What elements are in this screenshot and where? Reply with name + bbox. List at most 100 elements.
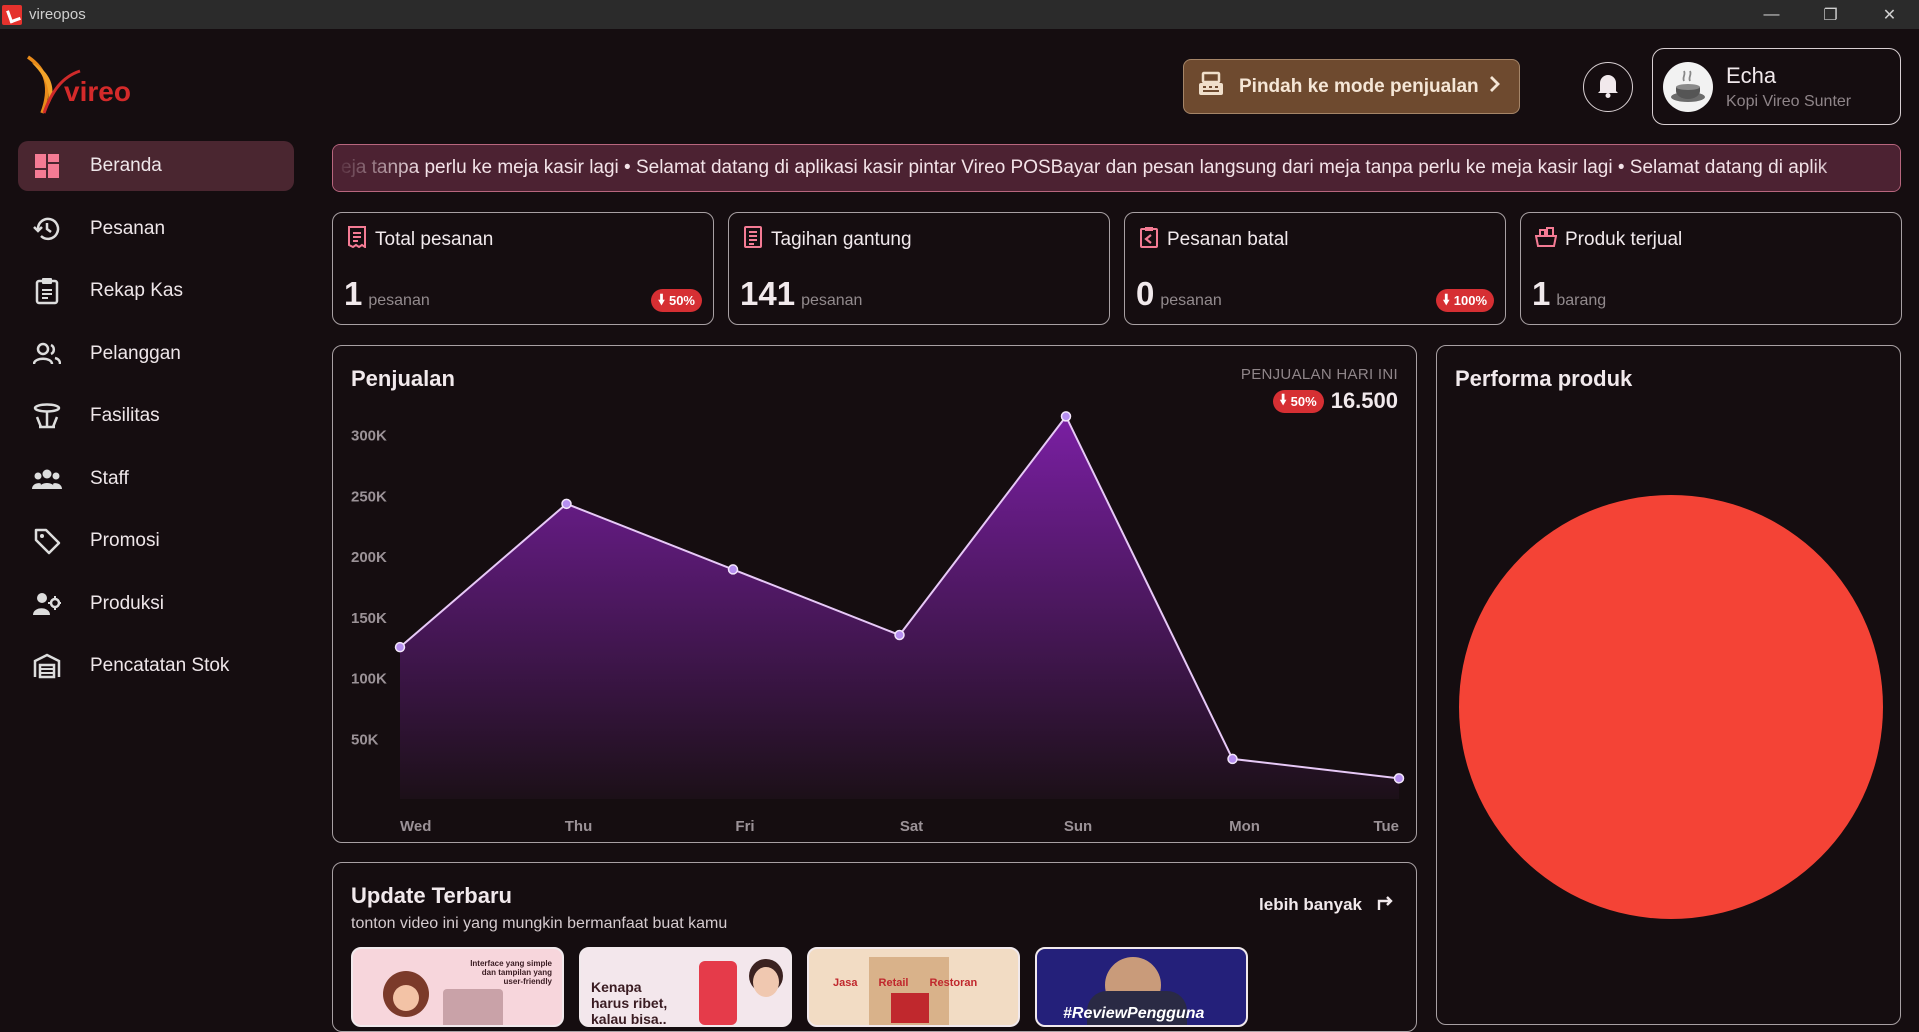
sidebar-item-label: Beranda bbox=[90, 155, 162, 176]
y-tick-label: 200K bbox=[351, 549, 387, 566]
logo-text: vireo bbox=[64, 76, 131, 107]
announcement-text: eja tanpa perlu ke meja kasir lagi • Sel… bbox=[341, 157, 1828, 178]
stat-title: Total pesanan bbox=[375, 228, 494, 250]
arrow-down-icon: 🠛 bbox=[657, 290, 665, 307]
video-thumbnail[interactable]: Jasa Retail Restoran bbox=[807, 947, 1020, 1027]
sidebar-item-pelanggan[interactable]: Pelanggan bbox=[18, 329, 294, 379]
stat-unit: pesanan bbox=[1160, 292, 1222, 309]
sidebar-item-pesanan[interactable]: Pesanan bbox=[18, 204, 294, 254]
sidebar-item-label: Rekap Kas bbox=[90, 280, 183, 301]
window-titlebar: vireopos — ❐ ✕ bbox=[0, 0, 1919, 29]
arrow-down-icon: 🠛 bbox=[1442, 290, 1450, 307]
stat-unit: pesanan bbox=[801, 292, 863, 309]
stat-title: Pesanan batal bbox=[1167, 228, 1289, 250]
production-icon bbox=[32, 589, 62, 619]
store-name: Kopi Vireo Sunter bbox=[1726, 92, 1852, 110]
cancel-order-icon bbox=[1139, 226, 1159, 253]
stat-value: 1 bbox=[1532, 275, 1551, 312]
stat-value: 141 bbox=[740, 275, 796, 312]
thumbnail-text: Interface yang simple dan tampilan yang … bbox=[470, 959, 552, 986]
switch-sales-mode-button[interactable]: Pindah ke mode penjualan bbox=[1183, 59, 1520, 114]
data-point[interactable] bbox=[1227, 753, 1238, 765]
switch-sales-mode-label: Pindah ke mode penjualan bbox=[1239, 75, 1479, 97]
bill-icon bbox=[743, 226, 763, 253]
video-thumbnail[interactable]: Interface yang simple dan tampilan yang … bbox=[351, 947, 564, 1027]
stat-title: Produk terjual bbox=[1565, 228, 1683, 250]
arrow-down-icon: 🠛 bbox=[1279, 391, 1287, 407]
x-tick-label: Mon bbox=[1229, 818, 1260, 835]
sales-area-chart: 50K 100K 150K 200K 250K 300K Wed Thu Fri Sat Sun Mo… bbox=[351, 411, 1405, 835]
tag-icon bbox=[32, 526, 62, 556]
decrease-badge: 🠛 50% bbox=[650, 289, 702, 312]
sidebar-item-fasilitas[interactable]: Fasilitas bbox=[18, 391, 294, 441]
close-window-button[interactable]: ✕ bbox=[1860, 0, 1919, 29]
x-tick-label: Tue bbox=[1373, 818, 1399, 835]
product-performance-pie bbox=[1459, 495, 1883, 919]
video-thumbnail[interactable]: Kenapa harus ribet, kalau bisa.. bbox=[579, 947, 792, 1027]
thumbnail-text: Jasa Retail Restoran bbox=[833, 977, 978, 989]
sales-chart-panel: 50K 100K 150K 200K 250K 300K Wed Thu Fri Sat Sun Mo… bbox=[332, 345, 1417, 843]
sidebar-item-label: Staff bbox=[90, 467, 129, 489]
receipt-icon bbox=[347, 226, 367, 253]
product-performance-panel: Performa produk bbox=[1436, 345, 1901, 1025]
today-sales-label: PENJUALAN HARI INI bbox=[1240, 366, 1398, 383]
y-tick-label: 300K bbox=[351, 428, 387, 445]
updates-panel: Update Terbaru tonton video ini yang mun… bbox=[332, 862, 1417, 1032]
stat-card-tagihan-gantung[interactable]: Tagihan gantung 141 pesanan bbox=[728, 212, 1110, 325]
staff-icon bbox=[32, 464, 62, 494]
vireo-logo[interactable]: vireo bbox=[22, 51, 142, 121]
restore-button[interactable]: ❐ bbox=[1801, 0, 1860, 29]
video-thumbnail[interactable]: #ReviewPengguna bbox=[1035, 947, 1248, 1027]
announcement-marquee: eja tanpa perlu ke meja kasir lagi • Sel… bbox=[332, 144, 1901, 192]
sidebar-item-produksi[interactable]: Produksi bbox=[18, 579, 294, 629]
pie-slice[interactable] bbox=[1459, 495, 1883, 919]
sidebar-item-staff[interactable]: Staff bbox=[18, 454, 294, 504]
x-tick-label: Thu bbox=[565, 818, 593, 835]
stat-title: Tagihan gantung bbox=[771, 228, 912, 250]
users-icon bbox=[32, 339, 62, 369]
x-tick-label: Wed bbox=[400, 818, 431, 835]
stat-unit: pesanan bbox=[368, 292, 430, 309]
y-tick-label: 100K bbox=[351, 671, 387, 688]
notification-button[interactable] bbox=[1583, 62, 1633, 112]
data-point[interactable] bbox=[1060, 411, 1072, 422]
x-tick-label: Sun bbox=[1064, 818, 1092, 835]
history-icon bbox=[32, 214, 62, 244]
stat-card-pesanan-batal[interactable]: Pesanan batal 0 pesanan 🠛 100% bbox=[1124, 212, 1506, 325]
data-point[interactable] bbox=[561, 498, 572, 510]
y-tick-label: 50K bbox=[351, 731, 379, 748]
sidebar-item-label: Promosi bbox=[90, 530, 160, 551]
share-arrow-icon bbox=[1376, 893, 1394, 916]
x-tick-label: Sat bbox=[900, 818, 923, 835]
decrease-badge: 🠛 100% bbox=[1435, 289, 1494, 312]
data-point[interactable] bbox=[894, 629, 905, 641]
thumbnail-text: #ReviewPengguna bbox=[1063, 1005, 1205, 1022]
table-icon bbox=[32, 401, 62, 431]
app-logo-icon bbox=[2, 4, 22, 25]
sidebar-item-rekap-kas[interactable]: Rekap Kas bbox=[18, 266, 294, 316]
sidebar-item-label: Pesanan bbox=[90, 217, 166, 239]
stat-card-total-pesanan[interactable]: Total pesanan 1 pesanan 🠛 50% bbox=[332, 212, 714, 325]
window-title: vireopos bbox=[29, 6, 86, 23]
data-point[interactable] bbox=[1393, 773, 1405, 784]
data-point[interactable] bbox=[727, 564, 739, 575]
minimize-button[interactable]: — bbox=[1742, 0, 1801, 29]
see-more-link[interactable]: lebih banyak bbox=[1259, 893, 1394, 916]
x-tick-label: Fri bbox=[735, 818, 754, 835]
dashboard-icon bbox=[32, 151, 62, 181]
data-point[interactable] bbox=[394, 641, 406, 653]
sidebar-item-promosi[interactable]: Promosi bbox=[18, 516, 294, 566]
sidebar-item-label: Produksi bbox=[90, 592, 164, 614]
see-more-label: lebih banyak bbox=[1259, 894, 1362, 914]
sidebar-nav: Beranda Pesanan Rekap Kas Pelanggan Fasi… bbox=[18, 141, 294, 704]
warehouse-icon bbox=[32, 651, 62, 681]
sidebar-item-beranda[interactable]: Beranda bbox=[18, 141, 294, 191]
user-profile-button[interactable]: Echa Kopi Vireo Sunter bbox=[1652, 48, 1901, 125]
stat-card-produk-terjual[interactable]: Produk terjual 1 barang bbox=[1520, 212, 1902, 325]
thumbnail-text: Kenapa harus ribet, kalau bisa.. bbox=[591, 979, 668, 1027]
sales-area-fill bbox=[400, 416, 1399, 799]
sidebar-item-pencatatan-stok[interactable]: Pencatatan Stok bbox=[18, 641, 294, 691]
y-tick-label: 150K bbox=[351, 610, 387, 627]
bell-icon bbox=[1596, 72, 1620, 103]
stat-unit: barang bbox=[1556, 292, 1607, 309]
